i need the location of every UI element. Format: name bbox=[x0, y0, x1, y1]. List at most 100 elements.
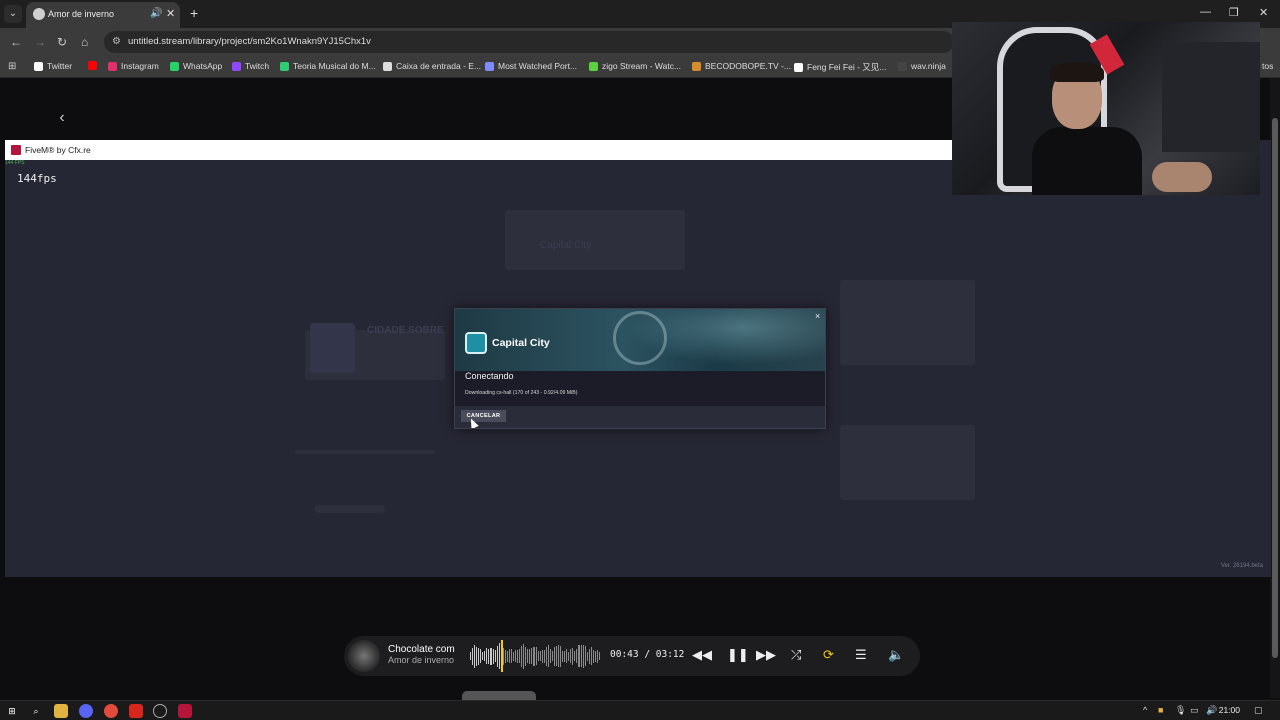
pause-icon[interactable]: ❚❚ bbox=[727, 647, 749, 663]
waveform-bar bbox=[527, 649, 529, 663]
new-tab-button[interactable]: + bbox=[190, 5, 198, 21]
microphone-icon[interactable]: 🎙 bbox=[1175, 705, 1186, 716]
wav-icon bbox=[898, 61, 907, 71]
waveform-bar bbox=[486, 648, 488, 664]
chrome-icon[interactable] bbox=[104, 704, 118, 718]
bookmark-item[interactable]: Instagram bbox=[108, 61, 159, 71]
fivem-taskbar-icon[interactable] bbox=[178, 704, 192, 718]
waveform-bar bbox=[592, 649, 594, 663]
site-info-icon[interactable]: ⚙ bbox=[112, 36, 121, 47]
waveform-bar bbox=[562, 650, 564, 662]
panel-ghost bbox=[505, 210, 685, 270]
fivem-version: Ver. 26194.beta bbox=[1220, 563, 1263, 569]
speaker-icon[interactable]: 🔊 bbox=[150, 8, 162, 19]
becodobope-icon bbox=[692, 61, 701, 71]
waveform-bar bbox=[510, 649, 512, 663]
browser-tab[interactable]: Amor de inverno 🔊 ✕ bbox=[26, 2, 180, 28]
waveform-bar bbox=[517, 649, 519, 663]
shuffle-icon[interactable]: ⤮ bbox=[791, 647, 801, 663]
chevron-left-icon[interactable]: ‹ bbox=[52, 108, 72, 128]
bookmark-item[interactable]: Feng Fei Fei - 又见... bbox=[794, 61, 886, 73]
page-scrollbar[interactable] bbox=[1270, 78, 1280, 698]
server-name: Capital City bbox=[492, 337, 550, 349]
bookmark-item[interactable]: Most Watched Port... bbox=[485, 61, 577, 71]
tab-close-icon[interactable]: ✕ bbox=[166, 7, 175, 20]
image-ghost-2 bbox=[840, 425, 975, 500]
back-icon[interactable]: ← bbox=[10, 35, 22, 49]
obs-icon[interactable] bbox=[153, 704, 167, 718]
volume-icon[interactable]: 🔈 bbox=[888, 647, 904, 663]
tray-chevron-icon[interactable]: ^ bbox=[1143, 705, 1147, 715]
waveform-bar bbox=[582, 644, 584, 668]
forward-icon[interactable]: → bbox=[34, 35, 46, 49]
queue-icon[interactable]: ☰ bbox=[855, 647, 867, 663]
apps-grid-icon[interactable]: ⊞ bbox=[8, 61, 16, 72]
notifications-icon[interactable]: ▢ bbox=[1254, 705, 1263, 716]
waveform-bar bbox=[519, 649, 521, 663]
waveform-bar bbox=[572, 647, 574, 665]
bookmark-item[interactable]: Twitter bbox=[34, 61, 72, 71]
tab-search-button[interactable]: ⌄ bbox=[4, 5, 22, 23]
waveform-bar bbox=[574, 651, 576, 661]
playhead-marker[interactable] bbox=[501, 640, 503, 672]
capital-city-emblem-icon bbox=[613, 311, 667, 365]
twitch-icon bbox=[232, 61, 241, 71]
bookmark-item[interactable]: Teoria Musical do M... bbox=[280, 61, 376, 71]
fivem-window-title: FiveM® by Cfx.re bbox=[25, 145, 91, 155]
bookmarks-overflow[interactable]: tos bbox=[1262, 61, 1273, 71]
waveform-bar bbox=[576, 649, 578, 663]
chart-icon bbox=[485, 61, 494, 71]
bookmark-label: Twitch bbox=[245, 61, 270, 71]
bookmark-item[interactable] bbox=[88, 61, 101, 70]
waveform-bar bbox=[480, 649, 482, 663]
bookmark-item[interactable]: zigo Stream - Watc... bbox=[589, 61, 681, 71]
bookmark-item[interactable]: Caixa de entrada - E... bbox=[383, 61, 481, 71]
waveform-bar bbox=[482, 652, 484, 660]
minimize-icon[interactable]: — bbox=[1200, 6, 1211, 18]
windows-start-icon[interactable]: ⊞ bbox=[5, 704, 19, 718]
tray-app-icon[interactable]: ■ bbox=[1158, 705, 1163, 715]
waveform-bar bbox=[474, 644, 476, 668]
waveform-seekbar[interactable] bbox=[470, 642, 600, 670]
bookmark-item[interactable]: wav.ninja bbox=[898, 61, 946, 71]
restore-icon[interactable]: ❐ bbox=[1229, 6, 1239, 19]
discord-icon[interactable] bbox=[79, 704, 93, 718]
bookmark-item[interactable]: Twitch bbox=[232, 61, 269, 71]
tab-favicon-icon bbox=[33, 8, 45, 20]
waveform-bar bbox=[545, 646, 547, 666]
scrollbar-thumb[interactable] bbox=[1272, 118, 1278, 658]
address-bar[interactable]: ⚙ untitled.stream/library/project/sm2Ko1… bbox=[104, 31, 954, 53]
youtube-icon[interactable] bbox=[129, 704, 143, 718]
search-icon[interactable]: ⌕ bbox=[29, 704, 43, 718]
divider-ghost bbox=[295, 450, 435, 454]
song-artist: Amor de inverno bbox=[388, 655, 455, 665]
bookmark-label: Instagram bbox=[121, 61, 159, 71]
waveform-bar bbox=[488, 648, 490, 664]
dialog-close-icon[interactable]: × bbox=[815, 311, 820, 321]
waveform-bar bbox=[537, 651, 539, 661]
server-logo-ghost bbox=[310, 323, 355, 373]
home-icon[interactable]: ⌂ bbox=[81, 35, 88, 49]
waveform-bar bbox=[523, 643, 525, 669]
waveform-bar bbox=[504, 649, 506, 663]
network-icon[interactable]: ▭ bbox=[1190, 705, 1199, 716]
reload-icon[interactable]: ↻ bbox=[57, 35, 67, 49]
fast-forward-icon[interactable]: ▶▶ bbox=[756, 647, 776, 663]
speaker-tray-icon[interactable]: 🔊 bbox=[1206, 705, 1217, 716]
waveform-bar bbox=[515, 650, 517, 662]
waveform-bar bbox=[586, 651, 588, 661]
bookmark-item[interactable]: WhatsApp bbox=[170, 61, 222, 71]
repeat-icon[interactable]: ⟳ bbox=[823, 647, 834, 663]
bookmark-item[interactable]: BECODOBOPE.TV -... bbox=[692, 61, 791, 71]
webcam-person-hand bbox=[1152, 162, 1212, 192]
waveform-bar bbox=[555, 646, 558, 666]
waveform-bar bbox=[588, 648, 590, 664]
image-ghost bbox=[840, 280, 975, 365]
time-display: 00:43 / 03:12 bbox=[610, 649, 685, 660]
file-explorer-icon[interactable] bbox=[54, 704, 68, 718]
rewind-icon[interactable]: ◀◀ bbox=[692, 647, 712, 663]
waveform-bar bbox=[596, 649, 598, 663]
bookmark-label: BECODOBOPE.TV -... bbox=[705, 61, 791, 71]
close-window-icon[interactable]: ✕ bbox=[1259, 6, 1268, 19]
windows-taskbar: ⊞ ⌕ ^ ■ 🎙 ▭ 🔊 21:00 ▢ bbox=[0, 700, 1280, 720]
